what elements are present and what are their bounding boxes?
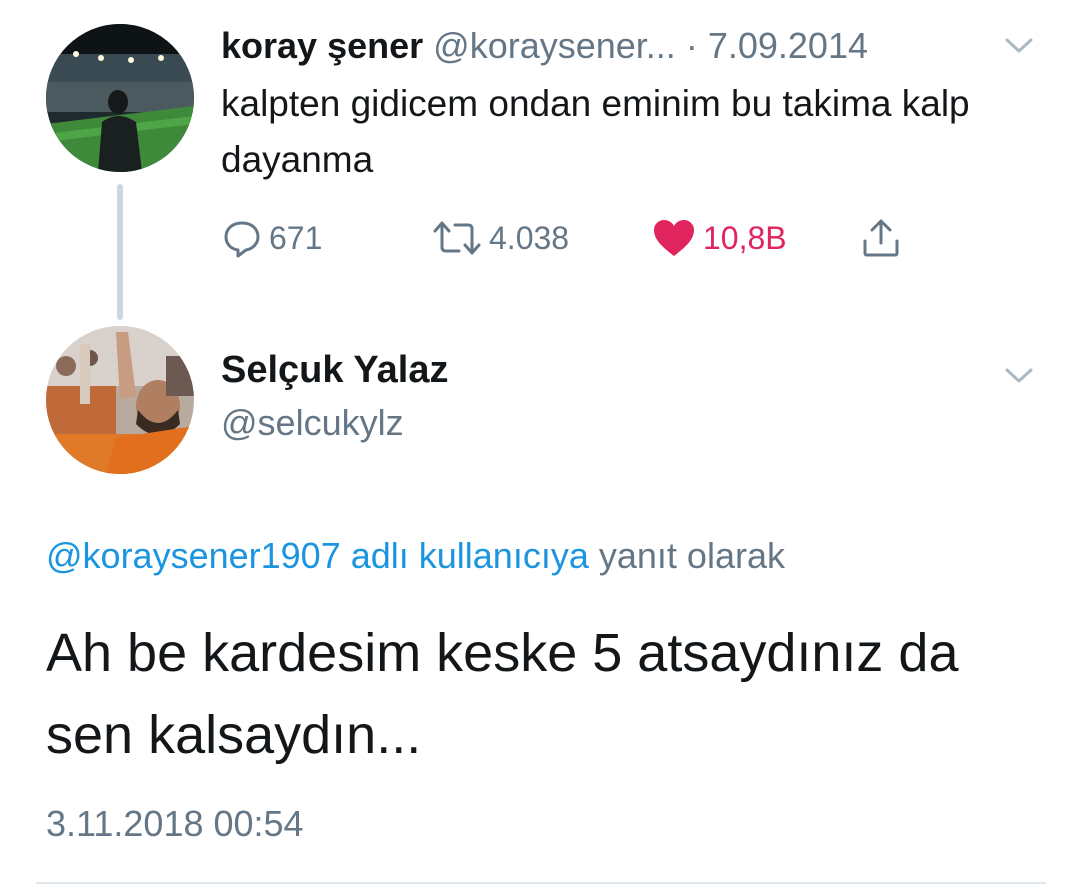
reply-display-name[interactable]: Selçuk Yalaz bbox=[221, 344, 448, 396]
retweet-button[interactable]: 4.038 bbox=[431, 210, 569, 266]
fan-photo-avatar bbox=[46, 326, 194, 474]
share-button[interactable] bbox=[861, 210, 901, 266]
bottom-divider bbox=[36, 882, 1046, 884]
reply-button[interactable]: 671 bbox=[221, 210, 322, 266]
thread-connector-line bbox=[117, 184, 123, 320]
retweet-icon bbox=[433, 221, 481, 255]
parent-tweet-header: koray şener @koraysener... · 7.09.2014 bbox=[221, 22, 1051, 70]
reply-context-suffix: yanıt olarak bbox=[598, 535, 785, 576]
parent-tweet-text: kalpten gidicem ondan eminim bu takima k… bbox=[221, 83, 970, 180]
like-count: 10,8B bbox=[703, 219, 787, 256]
reply-tweet-text: Ah be kardesim keske 5 atsaydınız da sen… bbox=[46, 623, 959, 765]
reply-handle[interactable]: @selcukylz bbox=[221, 398, 404, 448]
reply-timestamp[interactable]: 3.11.2018 00:54 bbox=[46, 798, 304, 850]
selcuk-avatar[interactable] bbox=[46, 326, 194, 474]
parent-date[interactable]: 7.09.2014 bbox=[708, 25, 868, 66]
parent-handle[interactable]: @koraysener... bbox=[433, 25, 676, 66]
share-upload-icon bbox=[863, 219, 899, 257]
reply-bubble-icon bbox=[224, 221, 260, 258]
like-button[interactable]: 10,8B bbox=[651, 210, 787, 266]
tweet-actions-bar: 671 4.038 10,8B bbox=[221, 210, 981, 266]
reply-to-mention-link[interactable]: @koraysener1907 adlı kullanıcıya bbox=[46, 535, 589, 576]
koray-avatar[interactable] bbox=[46, 24, 194, 172]
header-separator: · bbox=[685, 25, 698, 66]
stadium-photo-avatar bbox=[46, 24, 194, 172]
tweet-thread: koray şener @koraysener... · 7.09.2014 k… bbox=[0, 0, 1080, 889]
chevron-down-icon[interactable] bbox=[1004, 366, 1034, 386]
reply-context: @koraysener1907 adlı kullanıcıya yanıt o… bbox=[46, 530, 785, 582]
heart-filled-icon bbox=[654, 220, 694, 256]
reply-count: 671 bbox=[269, 219, 323, 256]
chevron-down-icon[interactable] bbox=[1004, 36, 1034, 56]
retweet-count: 4.038 bbox=[489, 219, 570, 256]
parent-display-name[interactable]: koray şener bbox=[221, 25, 423, 66]
